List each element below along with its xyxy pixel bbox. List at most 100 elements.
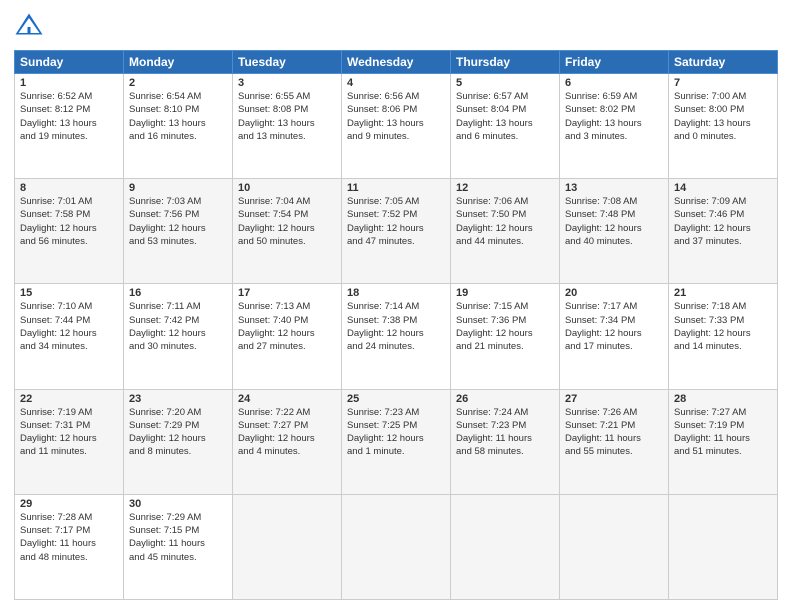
day-info-line: Sunrise: 7:10 AM bbox=[20, 301, 92, 312]
day-info-line: Daylight: 12 hours bbox=[347, 433, 424, 444]
day-info-line: Sunset: 7:29 PM bbox=[129, 420, 199, 431]
col-wednesday: Wednesday bbox=[342, 51, 451, 74]
day-info-line: Sunrise: 7:22 AM bbox=[238, 407, 310, 418]
day-info-line: and 1 minute. bbox=[347, 446, 405, 457]
day-number: 4 bbox=[347, 77, 445, 89]
day-info-line: Daylight: 12 hours bbox=[129, 328, 206, 339]
day-info-line: Daylight: 11 hours bbox=[456, 433, 532, 444]
table-row: 15Sunrise: 7:10 AMSunset: 7:44 PMDayligh… bbox=[15, 284, 124, 389]
day-info-line: and 44 minutes. bbox=[456, 236, 524, 247]
day-info-line: Sunset: 7:21 PM bbox=[565, 420, 635, 431]
day-info-line: Daylight: 11 hours bbox=[129, 538, 205, 549]
table-row: 21Sunrise: 7:18 AMSunset: 7:33 PMDayligh… bbox=[669, 284, 778, 389]
day-number: 15 bbox=[20, 287, 118, 299]
table-row: 8Sunrise: 7:01 AMSunset: 7:58 PMDaylight… bbox=[15, 179, 124, 284]
table-row: 6 Sunrise: 6:59 AM Sunset: 8:02 PM Daylight… bbox=[560, 74, 669, 179]
day-info-line: Sunset: 7:54 PM bbox=[238, 209, 308, 220]
day-info-line: Sunrise: 7:09 AM bbox=[674, 196, 746, 207]
day-info: Sunrise: 7:24 AMSunset: 7:23 PMDaylight:… bbox=[456, 406, 554, 459]
day-number: 10 bbox=[238, 182, 336, 194]
table-row: 28Sunrise: 7:27 AMSunset: 7:19 PMDayligh… bbox=[669, 389, 778, 494]
calendar-header-row: Sunday Monday Tuesday Wednesday Thursday… bbox=[15, 51, 778, 74]
day-number: 12 bbox=[456, 182, 554, 194]
day-info: Sunrise: 7:23 AMSunset: 7:25 PMDaylight:… bbox=[347, 406, 445, 459]
day-info-line: Daylight: 12 hours bbox=[456, 328, 533, 339]
day-info-line: Sunset: 7:36 PM bbox=[456, 315, 526, 326]
col-monday: Monday bbox=[124, 51, 233, 74]
table-row: 11Sunrise: 7:05 AMSunset: 7:52 PMDayligh… bbox=[342, 179, 451, 284]
day-info-line: Sunrise: 7:05 AM bbox=[347, 196, 419, 207]
day-info-line: Daylight: 13 hours bbox=[20, 118, 97, 129]
day-info-line: Daylight: 12 hours bbox=[20, 433, 97, 444]
day-info-line: Daylight: 12 hours bbox=[238, 433, 315, 444]
day-info-line: Sunset: 8:08 PM bbox=[238, 104, 308, 115]
day-info-line: Daylight: 12 hours bbox=[129, 433, 206, 444]
logo bbox=[14, 12, 48, 42]
calendar-week-row: 15Sunrise: 7:10 AMSunset: 7:44 PMDayligh… bbox=[15, 284, 778, 389]
day-info-line: Daylight: 13 hours bbox=[674, 118, 751, 129]
table-row bbox=[233, 494, 342, 599]
day-number: 5 bbox=[456, 77, 554, 89]
table-row: 7Sunrise: 7:00 AMSunset: 8:00 PMDaylight… bbox=[669, 74, 778, 179]
day-number: 11 bbox=[347, 182, 445, 194]
day-number: 20 bbox=[565, 287, 663, 299]
table-row: 14Sunrise: 7:09 AMSunset: 7:46 PMDayligh… bbox=[669, 179, 778, 284]
day-number: 14 bbox=[674, 182, 772, 194]
day-info-line: Sunset: 7:31 PM bbox=[20, 420, 90, 431]
day-info-line: Sunrise: 6:56 AM bbox=[347, 91, 419, 102]
day-info-line: Daylight: 12 hours bbox=[20, 223, 97, 234]
table-row bbox=[669, 494, 778, 599]
table-row: 27Sunrise: 7:26 AMSunset: 7:21 PMDayligh… bbox=[560, 389, 669, 494]
table-row: 22 Sunrise: 7:19 AM Sunset: 7:31 PM Dayligh… bbox=[15, 389, 124, 494]
day-info-line: and 21 minutes. bbox=[456, 341, 524, 352]
day-info-line: Sunrise: 7:19 AM bbox=[20, 407, 92, 418]
day-info-line: and 17 minutes. bbox=[565, 341, 633, 352]
day-info-line: Daylight: 11 hours bbox=[674, 433, 750, 444]
day-info-line: Sunrise: 7:03 AM bbox=[129, 196, 201, 207]
day-info-line: Sunset: 7:23 PM bbox=[456, 420, 526, 431]
col-sunday: Sunday bbox=[15, 51, 124, 74]
day-info-line: Sunset: 8:10 PM bbox=[129, 104, 199, 115]
day-number: 19 bbox=[456, 287, 554, 299]
day-info-line: Daylight: 11 hours bbox=[565, 433, 641, 444]
day-info-line: and 3 minutes. bbox=[565, 131, 627, 142]
day-info: Sunrise: 7:18 AMSunset: 7:33 PMDaylight:… bbox=[674, 300, 772, 353]
day-info-line: Sunrise: 6:55 AM bbox=[238, 91, 310, 102]
day-info-line: Sunrise: 7:11 AM bbox=[129, 301, 201, 312]
day-info: Sunrise: 6:52 AMSunset: 8:12 PMDaylight:… bbox=[20, 90, 118, 143]
day-info-line: Sunrise: 7:14 AM bbox=[347, 301, 419, 312]
day-info-line: and 47 minutes. bbox=[347, 236, 415, 247]
day-info-line: Daylight: 13 hours bbox=[565, 118, 642, 129]
day-number: 16 bbox=[129, 287, 227, 299]
day-info-line: and 37 minutes. bbox=[674, 236, 742, 247]
day-info-line: Sunrise: 6:59 AM bbox=[565, 91, 637, 102]
table-row: 19Sunrise: 7:15 AMSunset: 7:36 PMDayligh… bbox=[451, 284, 560, 389]
day-info-line: Sunset: 8:02 PM bbox=[565, 104, 635, 115]
day-info-line: Sunset: 7:48 PM bbox=[565, 209, 635, 220]
day-info: Sunrise: 7:11 AMSunset: 7:42 PMDaylight:… bbox=[129, 300, 227, 353]
day-info-line: Sunrise: 7:20 AM bbox=[129, 407, 201, 418]
table-row: 1Sunrise: 6:52 AMSunset: 8:12 PMDaylight… bbox=[15, 74, 124, 179]
day-number: 6 bbox=[565, 77, 663, 89]
day-info-line: Sunset: 7:27 PM bbox=[238, 420, 308, 431]
day-info: Sunrise: 7:27 AMSunset: 7:19 PMDaylight:… bbox=[674, 406, 772, 459]
day-number: 22 bbox=[20, 393, 118, 405]
day-info-line: Daylight: 12 hours bbox=[347, 223, 424, 234]
day-info-line: Sunset: 8:06 PM bbox=[347, 104, 417, 115]
day-number: 25 bbox=[347, 393, 445, 405]
day-info: Sunrise: 7:28 AMSunset: 7:17 PMDaylight:… bbox=[20, 511, 118, 564]
day-info: Sunrise: 7:29 AMSunset: 7:15 PMDaylight:… bbox=[129, 511, 227, 564]
day-info-line: and 0 minutes. bbox=[674, 131, 736, 142]
table-row: 9Sunrise: 7:03 AMSunset: 7:56 PMDaylight… bbox=[124, 179, 233, 284]
day-info-line: Daylight: 12 hours bbox=[674, 328, 751, 339]
day-info-line: Sunset: 7:50 PM bbox=[456, 209, 526, 220]
day-info: Sunrise: 7:14 AMSunset: 7:38 PMDaylight:… bbox=[347, 300, 445, 353]
day-info-line: Sunset: 7:17 PM bbox=[20, 525, 90, 536]
day-info: Sunrise: 7:04 AMSunset: 7:54 PMDaylight:… bbox=[238, 195, 336, 248]
day-info-line: Sunset: 7:25 PM bbox=[347, 420, 417, 431]
day-info-line: Daylight: 12 hours bbox=[565, 328, 642, 339]
day-info: Sunrise: 7:17 AMSunset: 7:34 PMDaylight:… bbox=[565, 300, 663, 353]
day-info-line: and 58 minutes. bbox=[456, 446, 524, 457]
day-info-line: Sunset: 7:46 PM bbox=[674, 209, 744, 220]
table-row: 5Sunrise: 6:57 AMSunset: 8:04 PMDaylight… bbox=[451, 74, 560, 179]
